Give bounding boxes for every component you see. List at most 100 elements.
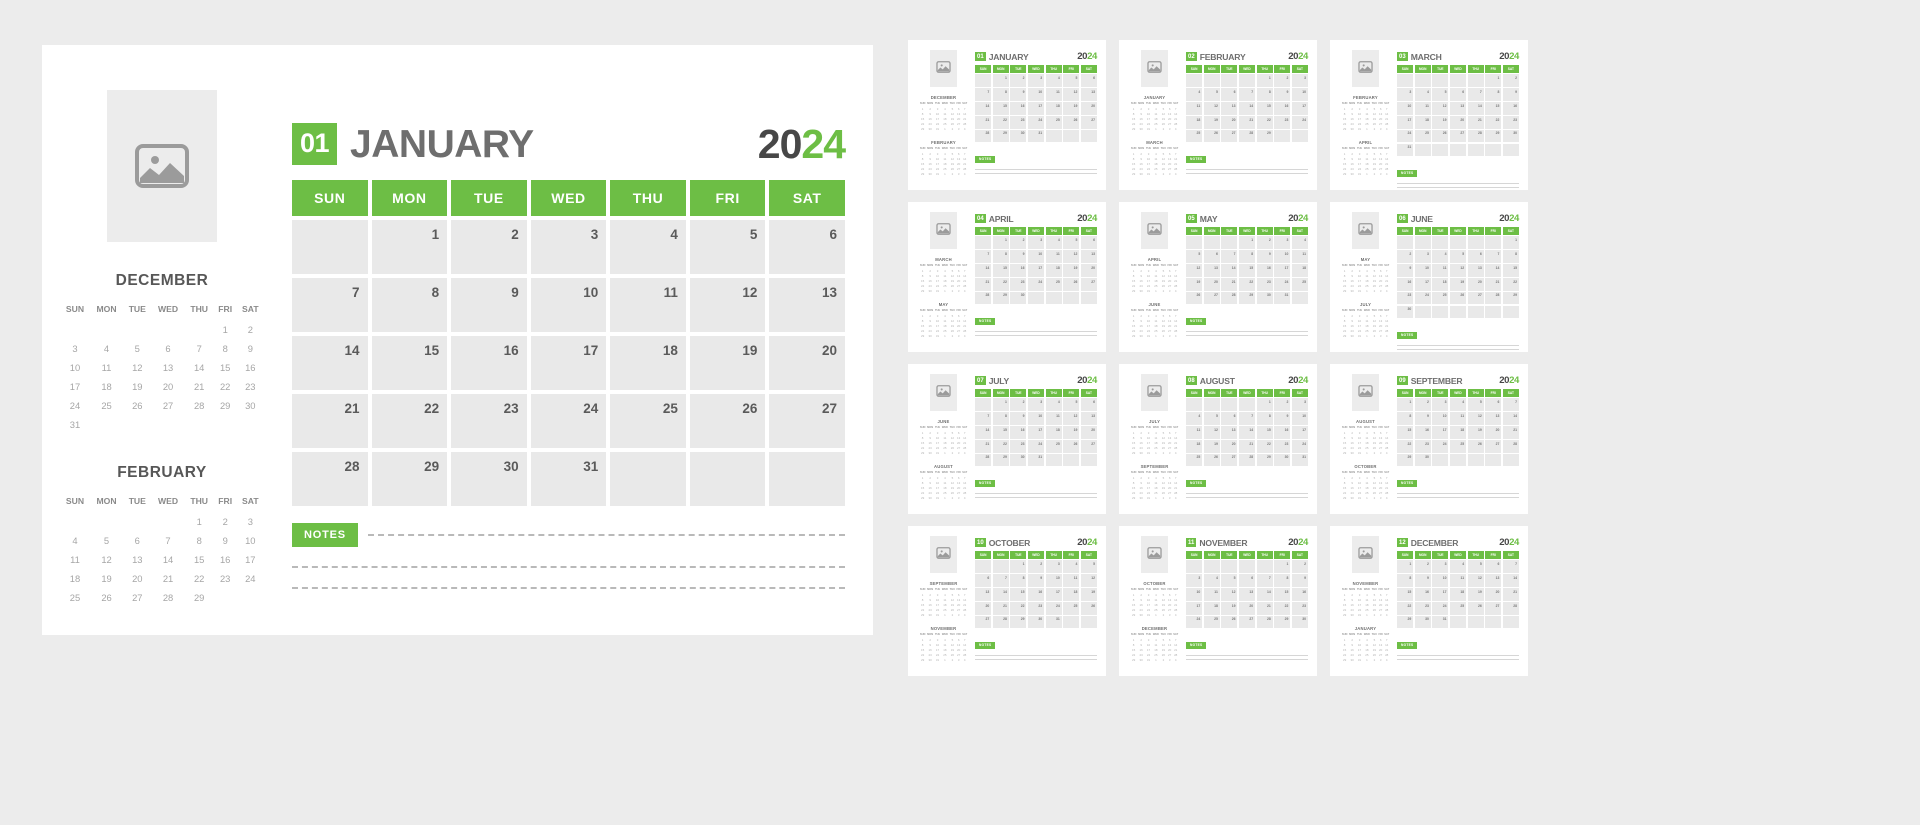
- thumb-day-cell[interactable]: 1: [1256, 74, 1273, 87]
- thumb-day-cell[interactable]: 28: [1502, 440, 1519, 453]
- thumb-day-cell[interactable]: 27: [1221, 453, 1238, 467]
- thumb-day-cell[interactable]: 19: [1467, 426, 1484, 439]
- thumb-day-cell[interactable]: 10: [1027, 412, 1045, 425]
- thumb-day-cell[interactable]: 27: [1238, 615, 1256, 629]
- thumb-notes-line[interactable]: [1397, 349, 1519, 351]
- thumb-day-cell[interactable]: 16: [1414, 426, 1431, 439]
- thumb-day-cell[interactable]: 6: [1449, 88, 1467, 101]
- mini-day-cell[interactable]: 1: [214, 320, 237, 339]
- day-cell[interactable]: 31: [530, 452, 607, 506]
- month-thumbnail-card[interactable]: DECEMBER SUN MON TUE WED THU FRI SAT 1 2 3 4 5 6 7 8 9 10…: [908, 40, 1106, 190]
- thumb-mini-day-cell[interactable]: 29: [1341, 496, 1348, 501]
- thumb-mini-day-cell[interactable]: 30: [926, 613, 934, 618]
- thumb-mini-day-cell[interactable]: 4: [1172, 334, 1179, 339]
- mini-day-cell[interactable]: 12: [123, 358, 151, 377]
- thumb-mini-day-cell[interactable]: 29: [919, 496, 926, 501]
- thumb-day-cell[interactable]: 28: [1467, 129, 1484, 143]
- thumb-day-cell[interactable]: 16: [1397, 278, 1414, 291]
- thumb-mini-day-cell[interactable]: 2: [1371, 658, 1378, 663]
- thumb-day-cell[interactable]: 20: [975, 602, 992, 615]
- thumb-notes-line[interactable]: [1397, 654, 1519, 656]
- thumb-mini-day-cell[interactable]: 30: [1137, 289, 1145, 294]
- thumb-day-cell[interactable]: 9: [1414, 412, 1431, 425]
- mini-day-cell[interactable]: 20: [123, 569, 151, 588]
- mini-day-cell[interactable]: 2: [237, 320, 264, 339]
- month-thumbnail-card[interactable]: APRIL SUN MON TUE WED THU FRI SAT 1 2 3 4 5 6 7 8 9 10 11 1…: [1119, 202, 1317, 352]
- thumb-mini-day-cell[interactable]: 4: [961, 658, 968, 663]
- thumb-day-cell[interactable]: 7: [1502, 560, 1519, 573]
- mini-day-cell[interactable]: 31: [60, 415, 90, 434]
- thumb-mini-day-cell[interactable]: 2: [1371, 496, 1378, 501]
- thumb-photo-placeholder[interactable]: [1141, 50, 1168, 87]
- thumb-mini-day-cell[interactable]: 2: [949, 613, 956, 618]
- day-cell[interactable]: 12: [689, 278, 766, 332]
- thumb-mini-day-cell[interactable]: 31: [1145, 451, 1152, 456]
- mini-day-cell[interactable]: 15: [185, 550, 214, 569]
- thumb-notes-line[interactable]: [975, 330, 1097, 332]
- thumb-day-cell[interactable]: 8: [992, 88, 1009, 101]
- thumb-day-cell[interactable]: 24: [1186, 615, 1203, 629]
- thumb-day-cell[interactable]: 16: [1274, 102, 1291, 115]
- thumb-mini-day-cell[interactable]: 4: [961, 451, 968, 456]
- thumb-day-cell[interactable]: 4: [1414, 88, 1431, 101]
- mini-day-cell[interactable]: 14: [185, 358, 214, 377]
- thumb-mini-day-cell[interactable]: 29: [919, 658, 926, 663]
- thumb-photo-placeholder[interactable]: [1141, 374, 1168, 411]
- thumb-day-cell[interactable]: 12: [1449, 264, 1467, 277]
- thumb-day-cell[interactable]: 24: [1291, 440, 1308, 453]
- thumb-notes-line[interactable]: [975, 492, 1097, 494]
- thumb-mini-day-cell[interactable]: 4: [961, 334, 968, 339]
- mini-day-cell[interactable]: 1: [185, 512, 214, 531]
- thumb-day-cell[interactable]: 25: [1432, 291, 1449, 305]
- thumb-day-cell[interactable]: 20: [1221, 440, 1238, 453]
- day-cell[interactable]: 20: [769, 336, 845, 390]
- thumb-photo-placeholder[interactable]: [1141, 536, 1168, 573]
- thumb-mini-day-cell[interactable]: 30: [926, 289, 934, 294]
- thumb-day-cell[interactable]: 5: [1467, 398, 1484, 411]
- thumb-day-cell[interactable]: 25: [1063, 602, 1080, 615]
- day-cell[interactable]: 8: [371, 278, 448, 332]
- thumb-day-cell[interactable]: 11: [1449, 412, 1467, 425]
- day-cell[interactable]: 29: [371, 452, 448, 506]
- thumb-notes-line[interactable]: [1397, 659, 1519, 661]
- thumb-day-cell[interactable]: 20: [1080, 264, 1097, 277]
- thumb-day-cell[interactable]: 7: [975, 412, 992, 425]
- thumb-day-cell[interactable]: 10: [1027, 250, 1045, 263]
- thumb-day-cell[interactable]: 11: [1449, 574, 1467, 587]
- thumb-day-cell[interactable]: 20: [1485, 426, 1502, 439]
- day-cell[interactable]: 23: [451, 394, 527, 448]
- thumb-mini-day-cell[interactable]: 1: [941, 451, 949, 456]
- thumb-day-cell[interactable]: 6: [1203, 250, 1220, 263]
- thumb-mini-day-cell[interactable]: 2: [1160, 289, 1167, 294]
- thumb-day-cell[interactable]: 17: [1291, 426, 1308, 439]
- thumb-day-cell[interactable]: 11: [1432, 264, 1449, 277]
- mini-day-cell[interactable]: 23: [214, 569, 237, 588]
- day-cell[interactable]: 10: [530, 278, 607, 332]
- thumb-day-cell[interactable]: 22: [1274, 602, 1291, 615]
- thumb-day-cell[interactable]: 2: [1397, 250, 1414, 263]
- thumb-notes-line[interactable]: [1186, 173, 1308, 175]
- thumb-mini-day-cell[interactable]: 31: [1145, 496, 1152, 501]
- thumb-day-cell[interactable]: 3: [1186, 574, 1203, 587]
- thumb-mini-day-cell[interactable]: 30: [1348, 334, 1356, 339]
- thumb-day-cell[interactable]: 31: [1045, 615, 1062, 629]
- thumb-day-cell[interactable]: 31: [1027, 129, 1045, 143]
- thumb-mini-day-cell[interactable]: 31: [1356, 496, 1363, 501]
- thumb-day-cell[interactable]: 13: [1238, 588, 1256, 601]
- thumb-mini-day-cell[interactable]: 29: [1341, 334, 1348, 339]
- day-cell[interactable]: 9: [451, 278, 527, 332]
- mini-day-cell[interactable]: 26: [123, 396, 151, 415]
- thumb-day-cell[interactable]: 17: [1186, 602, 1203, 615]
- thumb-day-cell[interactable]: 30: [1010, 291, 1027, 305]
- thumb-mini-day-cell[interactable]: 30: [926, 451, 934, 456]
- thumb-day-cell[interactable]: 4: [1045, 74, 1062, 87]
- thumb-mini-day-cell[interactable]: 2: [949, 289, 956, 294]
- thumb-mini-day-cell[interactable]: 4: [1383, 334, 1390, 339]
- thumb-mini-day-cell[interactable]: 1: [1152, 172, 1160, 177]
- thumb-day-cell[interactable]: 25: [1045, 116, 1062, 129]
- thumb-notes-line[interactable]: [1186, 492, 1308, 494]
- thumb-day-cell[interactable]: 13: [1467, 264, 1484, 277]
- thumb-day-cell[interactable]: 24: [1414, 291, 1431, 305]
- thumb-day-cell[interactable]: 13: [1080, 250, 1097, 263]
- thumb-day-cell[interactable]: 23: [1414, 440, 1431, 453]
